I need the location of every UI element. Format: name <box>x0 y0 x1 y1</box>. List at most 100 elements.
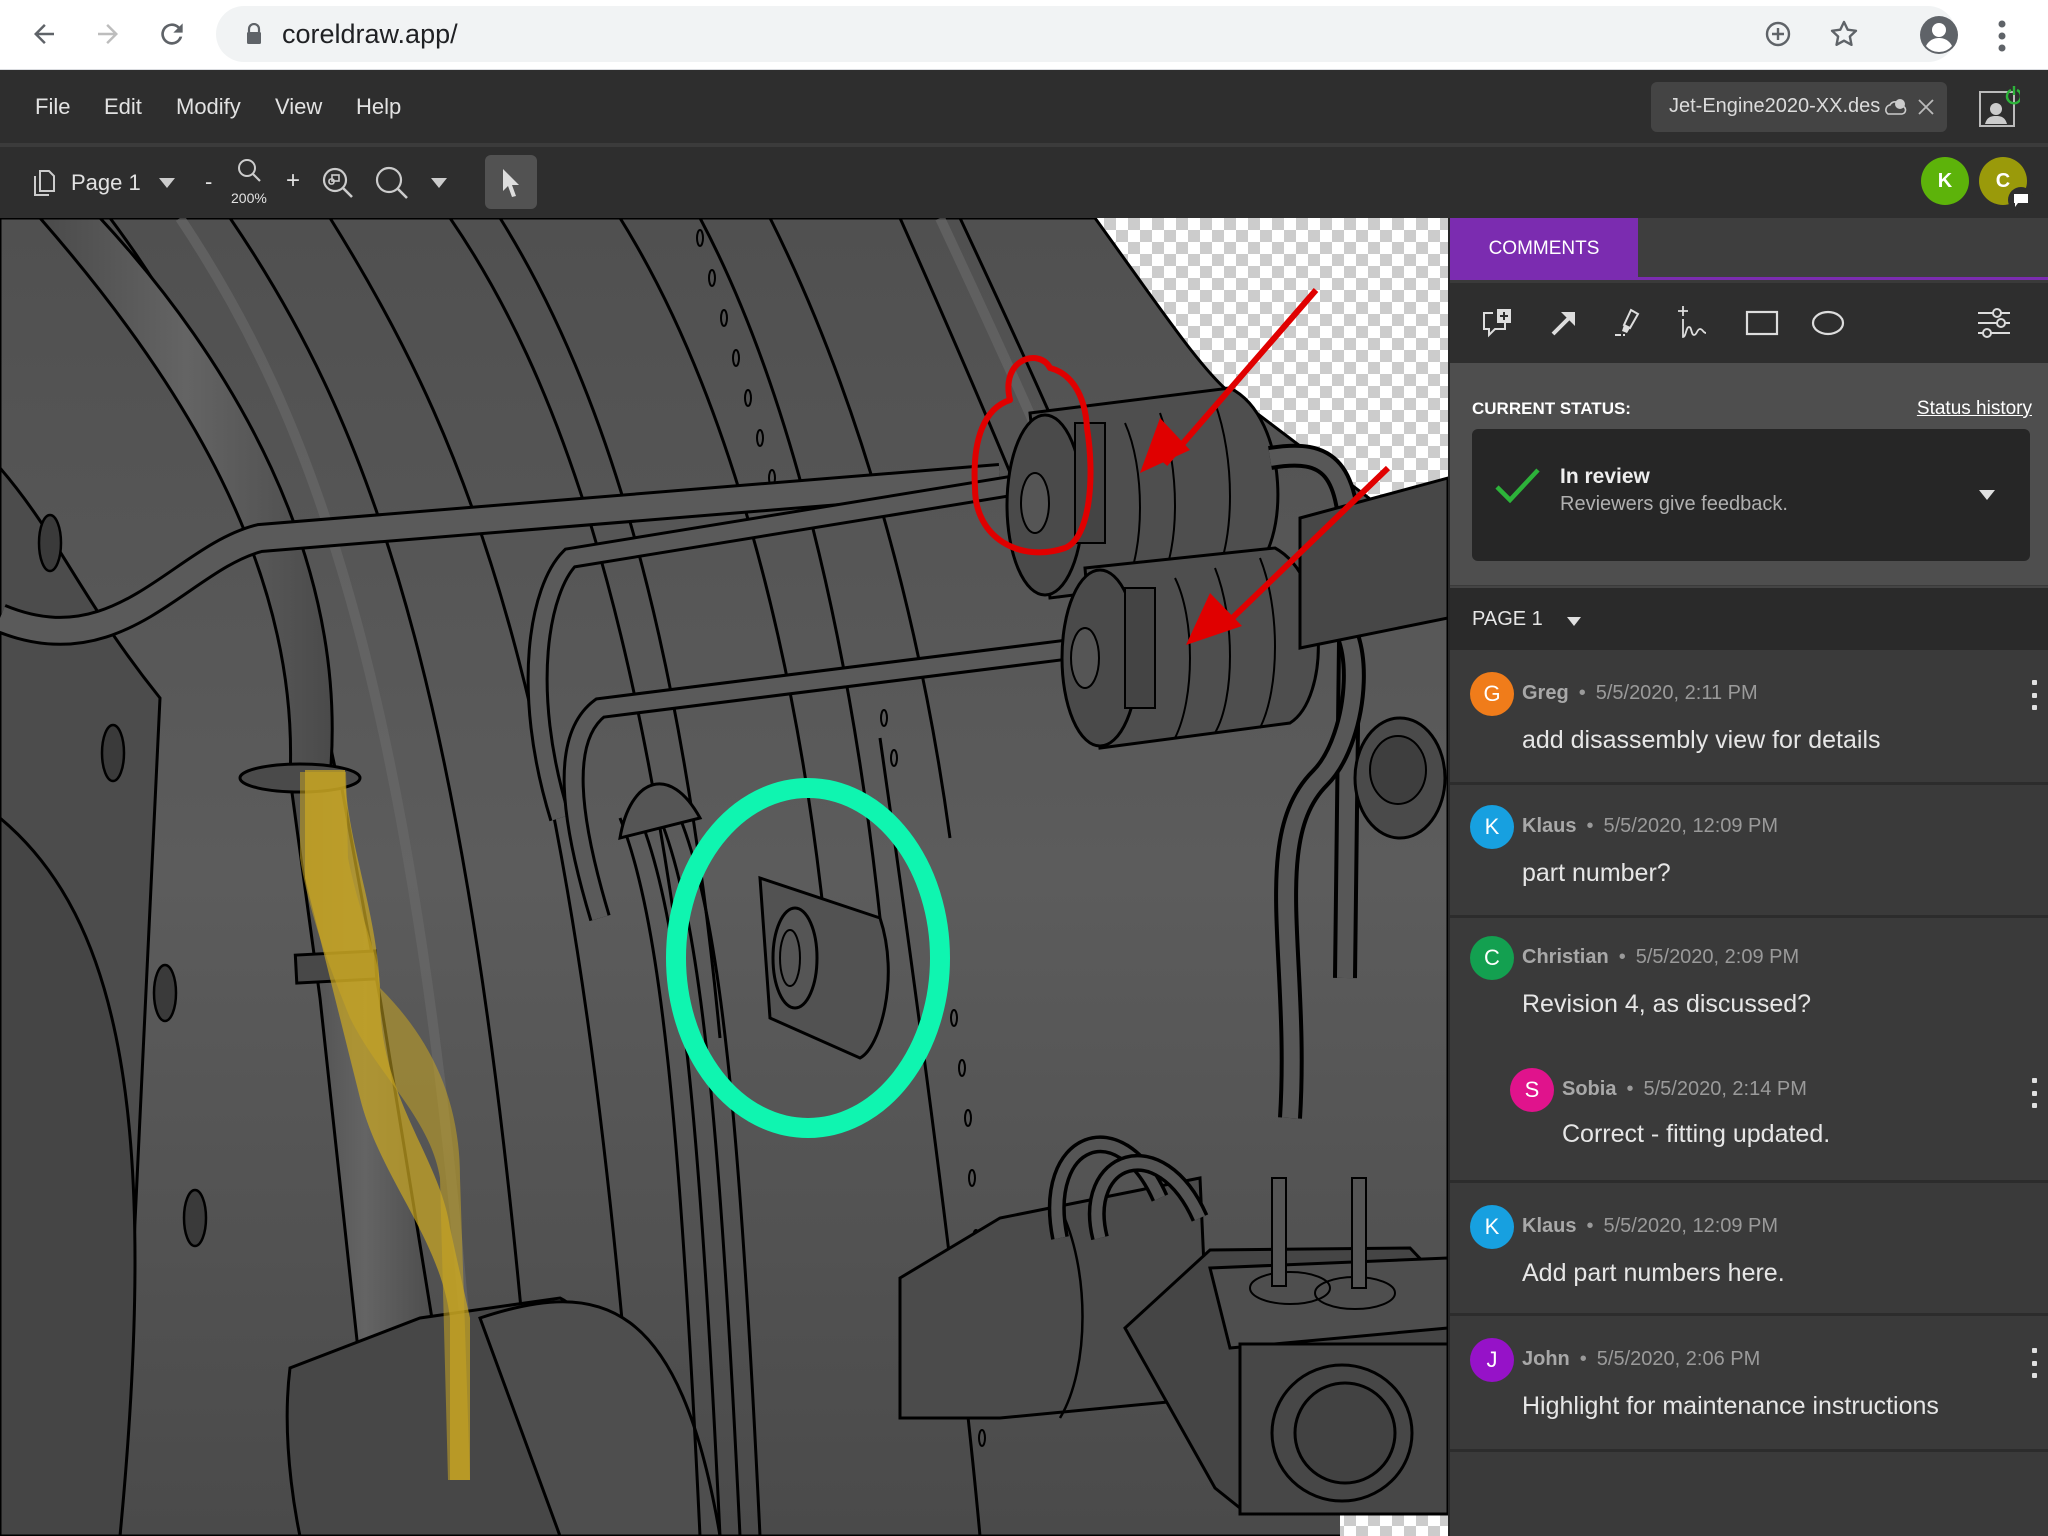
document-tab[interactable]: Jet-Engine2020-XX.des <box>1651 82 1947 132</box>
arrow-tool-icon <box>1551 312 1575 336</box>
comment-icon <box>2014 194 2028 207</box>
avatar: J <box>1470 1338 1514 1382</box>
arrow-tool-button[interactable] <box>1542 301 1586 345</box>
zoom-level[interactable]: 200% <box>231 190 267 206</box>
engine-artwork <box>0 218 1448 1536</box>
avatar: G <box>1470 672 1514 716</box>
menu-edit[interactable]: Edit <box>104 94 142 120</box>
chevron-down-icon[interactable] <box>158 177 176 189</box>
comment-item[interactable]: K Klaus • 5/5/2020, 12:09 PM part number? <box>1450 785 2048 918</box>
comment-time: 5/5/2020, 2:06 PM <box>1596 1348 1761 1370</box>
reload-icon <box>161 23 183 45</box>
cloud-user-icon <box>1885 99 1907 115</box>
menu-modify[interactable]: Modify <box>176 94 241 120</box>
page-selector[interactable]: Page 1 <box>71 170 141 196</box>
address-bar[interactable]: coreldraw.app/ <box>216 6 1956 62</box>
toolbar: Page 1 - 200% + K C <box>0 147 2048 218</box>
comment-author: Greg <box>1522 682 1569 704</box>
comment-author: John <box>1522 1348 1570 1370</box>
chevron-down-icon <box>1979 490 1995 500</box>
comment-menu-button[interactable] <box>2028 680 2040 710</box>
current-status-label: CURRENT STATUS: <box>1472 399 1631 418</box>
add-comment-button[interactable] <box>1476 301 1520 345</box>
comment-header: John • 5/5/2020, 2:06 PM <box>1522 1348 1761 1370</box>
comment-author: Klaus <box>1522 815 1577 837</box>
comment-header: Greg • 5/5/2020, 2:11 PM <box>1522 682 1758 704</box>
menu-help[interactable]: Help <box>356 94 401 120</box>
comment-item[interactable]: J John • 5/5/2020, 2:06 PM Highlight for m… <box>1450 1316 2048 1452</box>
comment-menu-button[interactable] <box>2028 1348 2040 1378</box>
avatar: C <box>1470 936 1514 980</box>
page-filter[interactable]: PAGE 1 <box>1450 586 2048 650</box>
comment-author: Christian <box>1522 946 1609 968</box>
document-name: Jet-Engine2020-XX.des <box>1669 95 1881 117</box>
forward-button[interactable] <box>88 14 128 54</box>
pointer-tool-button[interactable] <box>485 155 537 209</box>
collaborator-avatar-k[interactable]: K <box>1921 157 1969 205</box>
highlighter-icon <box>1615 308 1640 336</box>
reload-button[interactable] <box>152 14 192 54</box>
chevron-down-icon[interactable] <box>430 177 448 189</box>
reply-author: Sobia <box>1562 1078 1617 1100</box>
tab-comments[interactable]: COMMENTS <box>1450 218 1638 280</box>
comment-text: add disassembly view for details <box>1522 726 1881 754</box>
highlighter-tool-button[interactable] <box>1606 301 1650 345</box>
avatar: K <box>1470 805 1514 849</box>
comment-time: 5/5/2020, 2:09 PM <box>1635 946 1800 968</box>
status-history-link[interactable]: Status history <box>1917 398 2032 420</box>
back-arrow-icon <box>34 24 54 44</box>
comment-header: Christian • 5/5/2020, 2:09 PM <box>1522 946 1800 968</box>
chevron-down-icon <box>1567 617 1581 626</box>
zoom-in-button[interactable]: + <box>286 167 300 195</box>
zoom-to-selection-icon[interactable] <box>320 165 356 201</box>
menu-view[interactable]: View <box>275 94 322 120</box>
more-vertical-icon[interactable] <box>1996 18 2008 54</box>
comment-thread[interactable]: C Christian • 5/5/2020, 2:09 PM Revision 4… <box>1450 918 2048 1183</box>
zoom-out-button[interactable]: - <box>205 169 212 195</box>
pointer-tool-icon <box>503 169 519 197</box>
checkmark-icon <box>1495 468 1540 503</box>
bookmark-star-icon[interactable] <box>1828 18 1860 50</box>
close-icon[interactable] <box>1917 98 1935 116</box>
menu-file[interactable]: File <box>35 94 70 120</box>
rectangle-tool-icon <box>1745 310 1779 336</box>
add-comment-icon <box>1483 309 1511 338</box>
back-button[interactable] <box>24 14 64 54</box>
status-subtitle: Reviewers give feedback. <box>1560 493 1788 515</box>
comment-text: Add part numbers here. <box>1522 1259 1785 1287</box>
comment-header: Klaus • 5/5/2020, 12:09 PM <box>1522 815 1779 837</box>
zoom-icon <box>238 159 261 182</box>
browser-toolbar: coreldraw.app/ <box>0 0 2048 70</box>
panel-tab-bar: COMMENTS <box>1450 218 2048 280</box>
comment-item[interactable]: G Greg • 5/5/2020, 2:11 PM add disassembly… <box>1450 650 2048 785</box>
rectangle-tool-button[interactable] <box>1740 301 1784 345</box>
drawing-canvas[interactable] <box>0 218 1448 1536</box>
menu-bar: File Edit Modify View Help Jet-Engine202… <box>0 70 2048 143</box>
pages-icon <box>34 170 55 196</box>
freehand-tool-button[interactable] <box>1672 301 1716 345</box>
comment-time: 5/5/2020, 12:09 PM <box>1603 1215 1779 1237</box>
comment-badge <box>2008 187 2034 213</box>
avatar: K <box>1470 1205 1514 1249</box>
add-install-icon[interactable] <box>1764 20 1792 48</box>
profile-icon[interactable] <box>1918 14 1960 56</box>
status-title: In review <box>1560 465 1650 488</box>
forward-arrow-icon <box>98 24 118 44</box>
reply-menu-button[interactable] <box>2028 1078 2040 1108</box>
comment-time: 5/5/2020, 12:09 PM <box>1603 815 1779 837</box>
zoom-tool-icon[interactable] <box>374 165 410 201</box>
comment-item[interactable]: K Klaus • 5/5/2020, 12:09 PM Add part numb… <box>1450 1183 2048 1316</box>
annotation-tools <box>1450 283 2048 363</box>
page-filter-label: PAGE 1 <box>1472 608 1543 630</box>
ellipse-tool-button[interactable] <box>1806 301 1850 345</box>
comment-header: Klaus • 5/5/2020, 12:09 PM <box>1522 1215 1779 1237</box>
filter-settings-icon <box>1978 308 2010 338</box>
ellipse-tool-icon <box>1811 310 1845 336</box>
review-mode-power-icon[interactable] <box>1978 86 2020 130</box>
filter-settings-button[interactable] <box>1972 301 2016 345</box>
reply-header: Sobia • 5/5/2020, 2:14 PM <box>1562 1078 1807 1100</box>
url-text: coreldraw.app/ <box>282 19 458 49</box>
current-status-section: CURRENT STATUS: Status history In review… <box>1450 363 2048 585</box>
status-dropdown[interactable]: In review Reviewers give feedback. <box>1472 429 2030 561</box>
comment-text: part number? <box>1522 859 1671 887</box>
